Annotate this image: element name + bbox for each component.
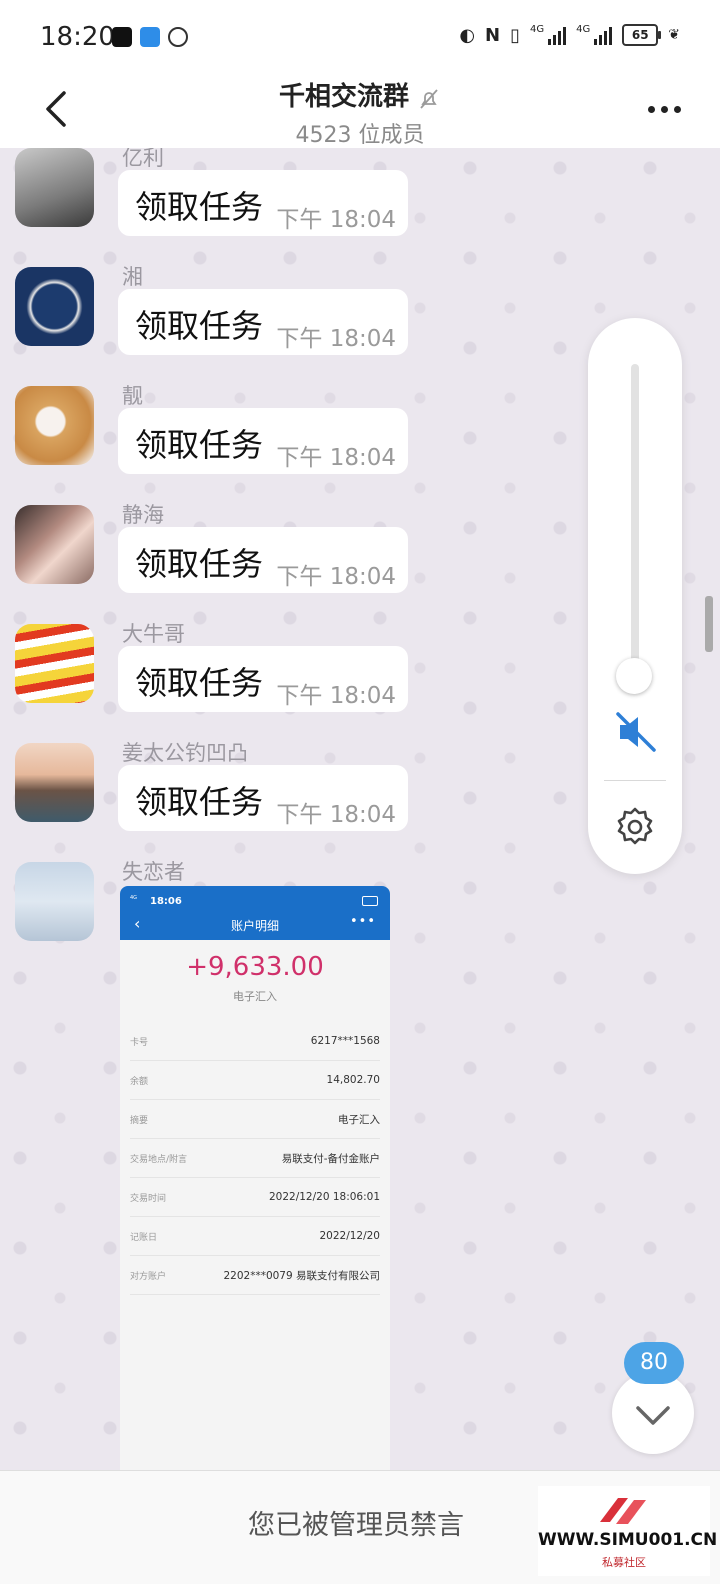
- volume-slider-track[interactable]: [631, 364, 639, 680]
- sender-name: 湘: [122, 265, 143, 289]
- tiktok-icon: [112, 27, 132, 47]
- detail-row: 交易时间 2022/12/20 18:06:01: [130, 1178, 380, 1217]
- avatar[interactable]: [15, 267, 94, 346]
- sender-name: 靓: [122, 384, 143, 408]
- screenshot-network: 4G: [130, 895, 138, 901]
- muted-bell-icon: [417, 87, 441, 115]
- detail-value: 6217***1568: [310, 1035, 380, 1047]
- sender-name: 静海: [122, 503, 164, 527]
- battery-icon: 65: [622, 24, 662, 46]
- message-bubble[interactable]: 领取任务 下午 18:04: [118, 765, 408, 831]
- vibrate-icon: ▯: [510, 24, 521, 46]
- detail-row: 交易地点/附言 易联支付-备付金账户: [130, 1139, 380, 1178]
- message-bubble[interactable]: 领取任务 下午 18:04: [118, 646, 408, 712]
- detail-value: 2022/12/20 18:06:01: [268, 1191, 380, 1203]
- detail-row: 对方账户 2202***0079 易联支付有限公司: [130, 1256, 380, 1295]
- unread-count-badge[interactable]: 80: [624, 1342, 684, 1384]
- detail-row: 摘要 电子汇入: [130, 1100, 380, 1139]
- detail-row: 记账日 2022/12/20: [130, 1217, 380, 1256]
- message-bubble[interactable]: 领取任务 下午 18:04: [118, 289, 408, 355]
- message-time: 下午 18:04: [276, 326, 396, 352]
- scroll-to-bottom-button[interactable]: [612, 1372, 694, 1454]
- watermark-logo-icon: [594, 1492, 654, 1534]
- image-message[interactable]: 4G 18:06 ‹ 账户明细 ••• +9,633.00 电子汇入 卡号 621…: [120, 886, 390, 1470]
- chevron-down-icon: [636, 1406, 670, 1425]
- volume-slider-knob[interactable]: [616, 658, 652, 694]
- watermark-url: WWW.SIMU001.CN: [538, 1530, 718, 1550]
- volume-divider: [604, 780, 666, 781]
- status-bar: 18:20 ◐ N ▯ 4G 4G 65 ❦: [0, 0, 720, 74]
- message-time: 下午 18:04: [276, 564, 396, 590]
- message-bubble[interactable]: 领取任务 下午 18:04: [118, 408, 408, 474]
- screenshot-time: 18:06: [150, 896, 182, 907]
- nfc-alt-icon: ◐: [459, 24, 476, 46]
- detail-key: 交易地点/附言: [130, 1154, 188, 1165]
- sender-name: 亿利: [122, 148, 164, 170]
- screenshot-header: 4G 18:06 ‹ 账户明细 •••: [120, 886, 390, 940]
- detail-value: 2022/12/20: [319, 1230, 380, 1242]
- detail-value: 2202***0079 易联支付有限公司: [223, 1269, 380, 1282]
- signal-icon-1: 4G: [530, 24, 567, 45]
- detail-key: 摘要: [130, 1115, 149, 1126]
- message-time: 下午 18:04: [276, 445, 396, 471]
- detail-row: 余额 14,802.70: [130, 1061, 380, 1100]
- detail-key: 交易时间: [130, 1193, 167, 1204]
- avatar[interactable]: [15, 624, 94, 703]
- watermark-subtitle: 私募社区: [602, 1556, 646, 1569]
- chat-header: 千相交流群 4523 位成员: [0, 74, 720, 149]
- message-time: 下午 18:04: [276, 207, 396, 233]
- leaf-icon: ❦: [668, 27, 680, 43]
- detail-value: 电子汇入: [338, 1113, 380, 1126]
- screenshot-amount: +9,633.00: [186, 952, 324, 982]
- nfc-icon: N: [485, 24, 501, 46]
- detail-key: 余额: [130, 1076, 149, 1087]
- message-time: 下午 18:04: [276, 683, 396, 709]
- detail-row: 卡号 6217***1568: [130, 1022, 380, 1061]
- screenshot-more-icon: •••: [349, 914, 376, 929]
- detail-value: 14,802.70: [326, 1074, 380, 1086]
- chat-title-area[interactable]: 千相交流群 4523 位成员: [0, 76, 720, 149]
- network-label-2: 4G: [576, 24, 591, 35]
- battery-level: 65: [631, 28, 649, 42]
- speaker-muted-icon[interactable]: [614, 710, 658, 758]
- edge-panel-handle[interactable]: [705, 596, 713, 652]
- avatar[interactable]: [15, 148, 94, 227]
- gesture-icon: [168, 27, 188, 47]
- gear-icon[interactable]: [613, 805, 657, 853]
- avatar[interactable]: [15, 505, 94, 584]
- more-options-button[interactable]: [648, 94, 684, 124]
- member-count: 4523 位成员: [295, 122, 425, 148]
- weather-app-icon: [140, 27, 160, 47]
- screenshot-battery-icon: [362, 896, 378, 906]
- sender-name: 姜太公钓凹凸: [122, 741, 248, 765]
- status-time: 18:20: [40, 22, 115, 52]
- sender-name: 大牛哥: [122, 622, 185, 646]
- page-title: 千相交流群: [278, 82, 409, 112]
- detail-value: 易联支付-备付金账户: [281, 1152, 380, 1165]
- watermark: WWW.SIMU001.CN 私募社区: [538, 1486, 718, 1576]
- message-text: 领取任务: [135, 426, 264, 464]
- detail-key: 卡号: [130, 1037, 149, 1048]
- screenshot-details: 卡号 6217***1568 余额 14,802.70 摘要 电子汇入 交易地点/附言…: [120, 1022, 390, 1295]
- message-time: 下午 18:04: [276, 802, 396, 828]
- network-label-1: 4G: [530, 24, 545, 35]
- message-text: 领取任务: [135, 545, 264, 583]
- detail-key: 对方账户: [130, 1271, 167, 1282]
- message-bubble[interactable]: 领取任务 下午 18:04: [118, 527, 408, 593]
- avatar[interactable]: [15, 862, 94, 941]
- volume-panel: [588, 318, 682, 874]
- detail-key: 记账日: [130, 1232, 158, 1243]
- screenshot-type: 电子汇入: [233, 990, 277, 1003]
- message-text: 领取任务: [135, 783, 264, 821]
- avatar[interactable]: [15, 743, 94, 822]
- message-text: 领取任务: [135, 307, 264, 345]
- message-text: 领取任务: [135, 188, 264, 226]
- message-bubble[interactable]: 领取任务 下午 18:04: [118, 170, 408, 236]
- message-text: 领取任务: [135, 664, 264, 702]
- signal-icon-2: 4G: [576, 24, 613, 45]
- sender-name: 失恋者: [122, 860, 185, 884]
- avatar[interactable]: [15, 386, 94, 465]
